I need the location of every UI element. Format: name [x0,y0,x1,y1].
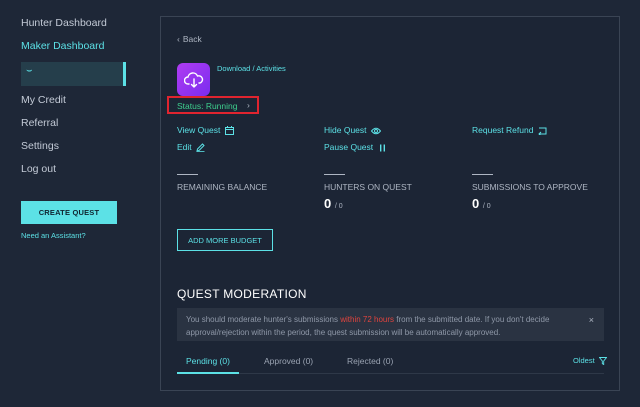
view-quest-link[interactable]: View Quest [177,125,234,136]
tabs-divider [177,373,604,374]
selected-item-glyph: ⌣ [26,65,33,76]
submissions-to-approve-value: 0 / 0 [472,196,491,211]
chevron-left-icon: ‹ [177,34,180,44]
balance-placeholder-dash [177,174,198,175]
chevron-right-icon[interactable]: › [247,100,250,110]
remaining-balance-label: REMAINING BALANCE [177,182,268,192]
edit-link[interactable]: Edit [177,142,205,153]
notice-highlight: within 72 hours [340,315,395,324]
hunters-total: / 0 [334,203,343,210]
hide-quest-label: Hide Quest [324,125,367,135]
sort-label: Oldest [573,356,595,365]
sidebar: Hunter Dashboard Maker Dashboard ⌣ My Cr… [0,0,150,407]
edit-label: Edit [177,142,192,152]
submissions-total: / 0 [482,203,491,210]
sort-dropdown[interactable]: Oldest [573,356,607,366]
submissions-dash [472,174,493,175]
moderation-notice: You should moderate hunter's submissions… [177,308,604,341]
hunters-count: 0 [324,196,332,211]
tab-approved[interactable]: Approved (0) [264,356,313,366]
close-icon[interactable]: × [589,314,594,327]
eye-icon [370,127,381,135]
pause-icon [379,144,386,152]
quest-moderation-title: QUEST MODERATION [177,287,307,301]
back-label: Back [182,34,202,44]
sidebar-item-referral[interactable]: Referral [21,117,58,129]
pause-quest-link[interactable]: Pause Quest [324,142,386,152]
tab-rejected[interactable]: Rejected (0) [347,356,393,366]
submissions-to-approve-label: SUBMISSIONS TO APPROVE [472,182,588,192]
tab-pending[interactable]: Pending (0) [186,356,230,366]
request-refund-label: Request Refund [472,125,534,135]
hide-quest-link[interactable]: Hide Quest [324,125,381,135]
hunters-on-quest-label: HUNTERS ON QUEST [324,182,412,192]
quest-breadcrumb[interactable]: Download / Activities [217,64,286,73]
status-dropdown[interactable]: Status: Running [177,101,237,111]
notice-text-before: You should moderate hunter's submissions [186,315,341,324]
hunters-on-quest-value: 0 / 0 [324,196,343,211]
sidebar-item-log-out[interactable]: Log out [21,163,56,175]
back-link[interactable]: ‹ Back [177,34,202,44]
pause-quest-label: Pause Quest [324,142,374,152]
sidebar-selected-item[interactable]: ⌣ [21,62,126,86]
pencil-icon [196,143,205,153]
cloud-download-icon [177,63,210,96]
quest-detail-card: ‹ Back Download / Activities Status: Runn… [160,16,620,391]
calendar-icon [224,126,234,136]
create-quest-button[interactable]: CREATE QUEST [21,201,117,224]
hunters-dash [324,174,345,175]
add-more-budget-button[interactable]: ADD MORE BUDGET [177,229,273,251]
sidebar-item-hunter-dashboard[interactable]: Hunter Dashboard [21,17,107,29]
sidebar-item-settings[interactable]: Settings [21,140,59,152]
sidebar-item-maker-dashboard[interactable]: Maker Dashboard [21,40,104,52]
sidebar-item-my-credit[interactable]: My Credit [21,94,66,106]
need-assistant-link[interactable]: Need an Assistant? [21,231,86,240]
view-quest-label: View Quest [177,125,221,135]
submissions-count: 0 [472,196,480,211]
refund-icon [538,127,547,135]
request-refund-link[interactable]: Request Refund [472,125,547,135]
active-tab-indicator [177,372,239,374]
filter-icon [598,357,607,366]
